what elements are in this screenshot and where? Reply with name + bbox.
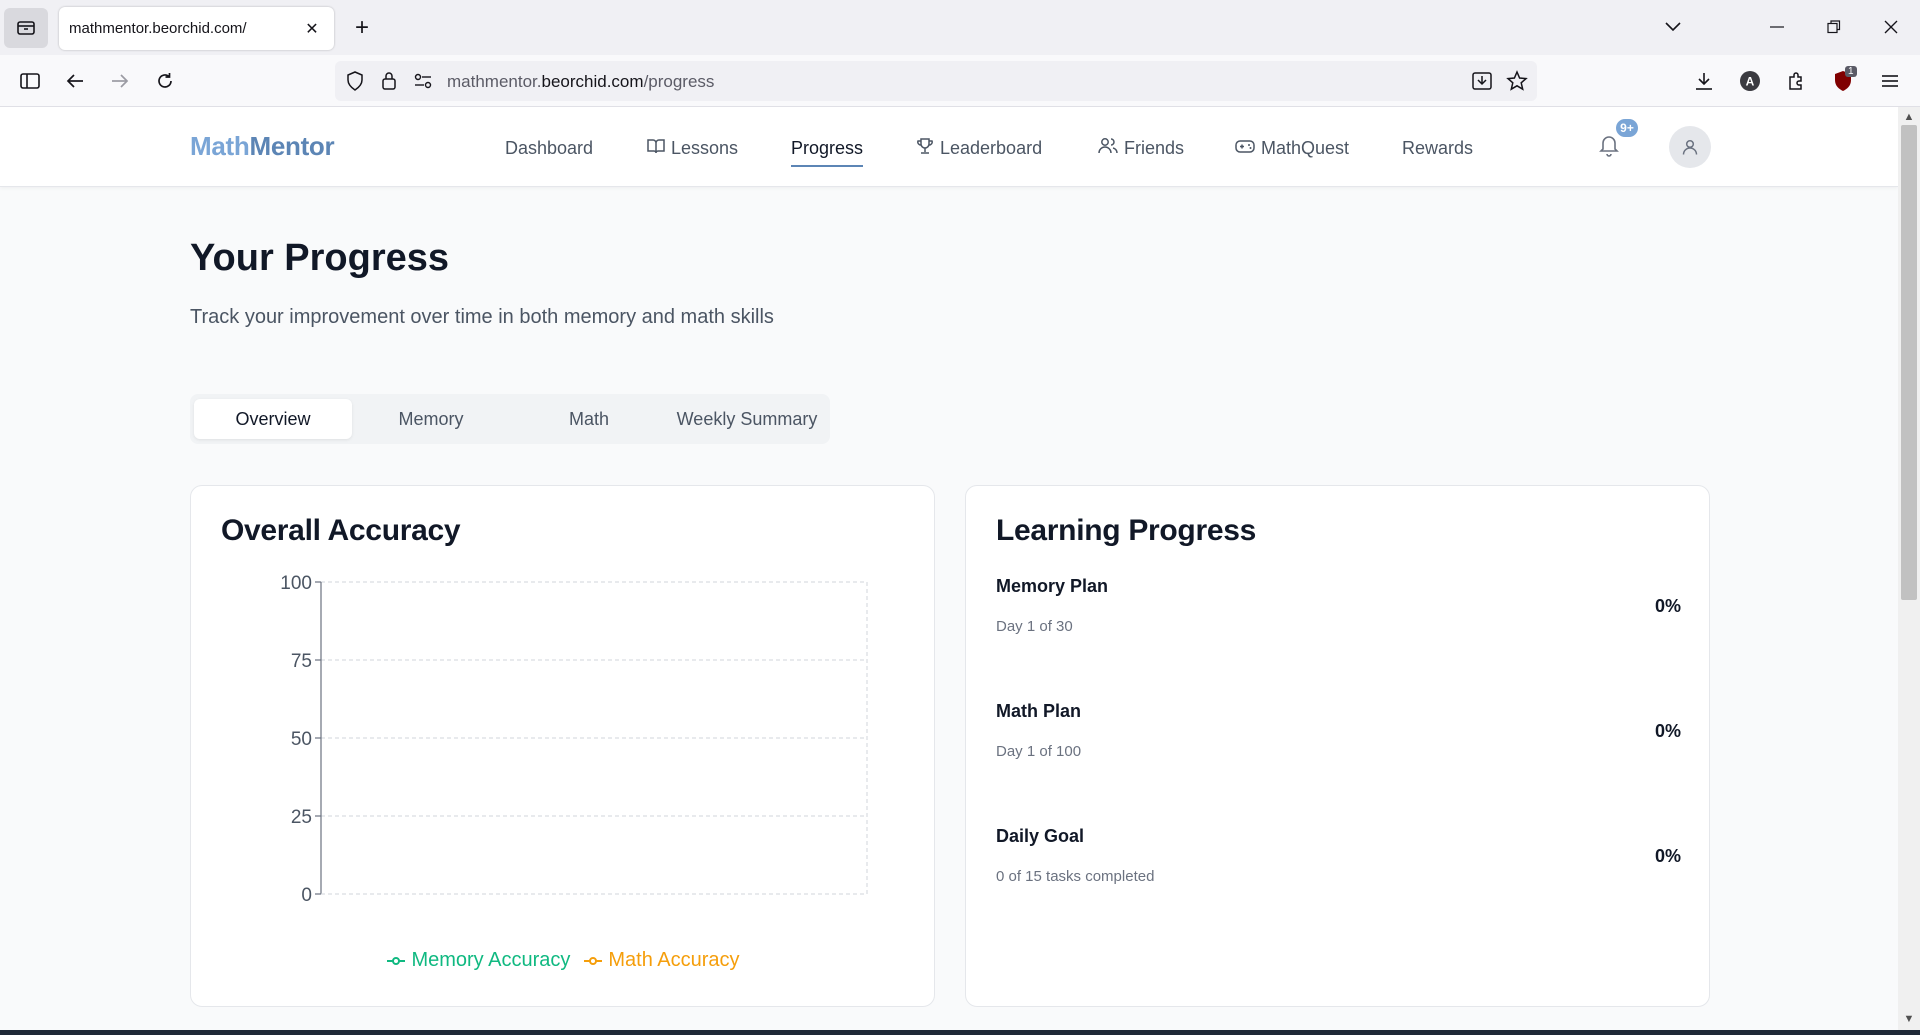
progress-item-percent: 0% <box>1654 596 1681 616</box>
legend-item-memory[interactable]: Memory Accuracy <box>387 949 570 972</box>
scroll-up-icon[interactable]: ▲ <box>1898 108 1920 126</box>
site-permissions-icon[interactable] <box>414 73 432 94</box>
tab-weekly-summary[interactable]: Weekly Summary <box>668 399 826 439</box>
menu-hamburger-icon[interactable] <box>1874 65 1906 97</box>
progress-item-percent: 0% <box>1654 721 1681 741</box>
y-tick-label: 75 <box>291 651 312 672</box>
page-content: MathMentor Dashboard Lessons Progress Le… <box>0 107 1898 1030</box>
scroll-down-icon[interactable]: ▼ <box>1898 1010 1920 1028</box>
y-tick-label: 50 <box>291 729 312 750</box>
logo[interactable]: MathMentor <box>190 131 335 162</box>
progress-item-daily-goal: Daily Goal 0 of 15 tasks completed 0% <box>996 826 1681 926</box>
tab-overview[interactable]: Overview <box>194 399 352 439</box>
forward-arrow-icon[interactable] <box>104 65 136 97</box>
url-host-prefix: mathmentor. <box>447 72 542 91</box>
restore-icon[interactable] <box>1817 10 1851 44</box>
minimize-icon[interactable] <box>1760 10 1794 44</box>
overall-accuracy-card: Overall Accuracy 100 75 50 25 0 Memory Accur… <box>190 485 935 1007</box>
browser-tab[interactable]: mathmentor.beorchid.com/ ✕ <box>59 7 334 50</box>
nav-mathquest-label: MathQuest <box>1261 137 1350 158</box>
reload-icon[interactable] <box>149 65 181 97</box>
progress-item-memory-plan: Memory Plan Day 1 of 30 0% <box>996 576 1681 676</box>
close-icon[interactable]: ✕ <box>302 19 322 39</box>
legend-item-math[interactable]: Math Accuracy <box>584 949 740 972</box>
legend-label-math: Math Accuracy <box>608 949 740 971</box>
progress-item-name: Math Plan <box>996 701 1082 721</box>
user-icon <box>1682 139 1698 155</box>
progress-item-sub: Day 1 of 30 <box>996 618 1073 635</box>
users-icon <box>1098 137 1118 160</box>
progress-item-math-plan: Math Plan Day 1 of 100 0% <box>996 701 1681 801</box>
browser-tab-bar: mathmentor.beorchid.com/ ✕ + <box>0 0 1920 55</box>
url-bar[interactable]: mathmentor.beorchid.com/progress <box>335 61 1537 101</box>
nav-leaderboard-label: Leaderboard <box>940 137 1043 158</box>
progress-tabs: Overview Memory Math Weekly Summary <box>190 394 830 444</box>
learning-progress-card: Learning Progress Memory Plan Day 1 of 3… <box>965 485 1710 1007</box>
chevron-down-icon[interactable] <box>1656 10 1690 44</box>
legend-label-memory: Memory Accuracy <box>411 949 571 971</box>
legend-line-icon <box>584 956 603 965</box>
sidebar-toggle-icon[interactable] <box>14 65 46 97</box>
progress-item-sub: 0 of 15 tasks completed <box>996 868 1155 885</box>
downloads-icon[interactable] <box>1688 65 1720 97</box>
ublock-icon[interactable]: 1 <box>1828 65 1860 97</box>
legend-line-icon <box>387 956 406 965</box>
lock-icon[interactable] <box>381 71 397 96</box>
trophy-icon <box>916 137 934 160</box>
nav-progress-label: Progress <box>791 137 864 158</box>
progress-item-percent: 0% <box>1654 846 1681 866</box>
url-host: beorchid.com <box>541 72 644 91</box>
page-subtitle: Track your improvement over time in both… <box>190 306 774 328</box>
progress-item-name: Daily Goal <box>996 826 1085 846</box>
nav-friends-label: Friends <box>1124 137 1185 158</box>
tab-memory[interactable]: Memory <box>352 399 510 439</box>
nav-mathquest[interactable]: MathQuest <box>1235 135 1349 161</box>
nav-friends[interactable]: Friends <box>1098 135 1184 161</box>
back-arrow-icon[interactable] <box>59 65 91 97</box>
learning-progress-title: Learning Progress <box>996 514 1256 547</box>
progress-item-name: Memory Plan <box>996 576 1109 596</box>
tab-list-icon[interactable] <box>4 8 48 48</box>
new-tab-icon[interactable]: + <box>348 14 376 42</box>
logo-part-math: Math <box>190 131 250 161</box>
progress-item-sub: Day 1 of 100 <box>996 743 1082 760</box>
save-to-pocket-icon[interactable] <box>1471 70 1493 97</box>
book-icon <box>647 138 665 159</box>
accuracy-chart: 100 75 50 25 0 <box>280 573 868 906</box>
y-tick-label: 100 <box>280 573 312 594</box>
svg-text:A: A <box>1746 75 1755 89</box>
extensions-icon[interactable] <box>1780 65 1812 97</box>
url-path: /progress <box>643 72 715 91</box>
nav-dashboard[interactable]: Dashboard <box>505 135 593 161</box>
nav-rewards-label: Rewards <box>1402 137 1474 158</box>
window-close-icon[interactable] <box>1874 10 1908 44</box>
logo-part-mentor: Mentor <box>249 131 335 161</box>
browser-tab-title: mathmentor.beorchid.com/ <box>69 20 247 37</box>
page-title: Your Progress <box>190 237 450 279</box>
chart-legend: Memory Accuracy Math Accuracy <box>191 949 936 972</box>
url-text[interactable]: mathmentor.beorchid.com/progress <box>447 72 714 92</box>
nav-progress[interactable]: Progress <box>791 135 864 167</box>
y-tick-label: 25 <box>291 807 312 828</box>
bookmark-star-icon[interactable] <box>1506 70 1528 97</box>
scrollbar-thumb[interactable] <box>1901 125 1917 600</box>
nav-leaderboard[interactable]: Leaderboard <box>916 135 1042 161</box>
notification-badge: 9+ <box>1614 117 1640 139</box>
gamepad-icon <box>1235 138 1255 159</box>
nav-lessons[interactable]: Lessons <box>647 135 738 161</box>
avatar[interactable] <box>1669 126 1711 168</box>
account-icon[interactable]: A <box>1734 65 1766 97</box>
y-tick-label: 0 <box>301 885 312 906</box>
browser-nav-bar: mathmentor.beorchid.com/progress A 1 <box>0 55 1920 107</box>
tab-math[interactable]: Math <box>510 399 668 439</box>
taskbar-strip <box>0 1030 1920 1035</box>
shield-icon[interactable] <box>346 71 364 96</box>
extension-badge: 1 <box>1845 66 1857 77</box>
nav-rewards[interactable]: Rewards <box>1402 135 1473 161</box>
nav-lessons-label: Lessons <box>671 137 739 158</box>
app-header: MathMentor Dashboard Lessons Progress Le… <box>0 107 1898 187</box>
nav-dashboard-label: Dashboard <box>505 137 594 158</box>
